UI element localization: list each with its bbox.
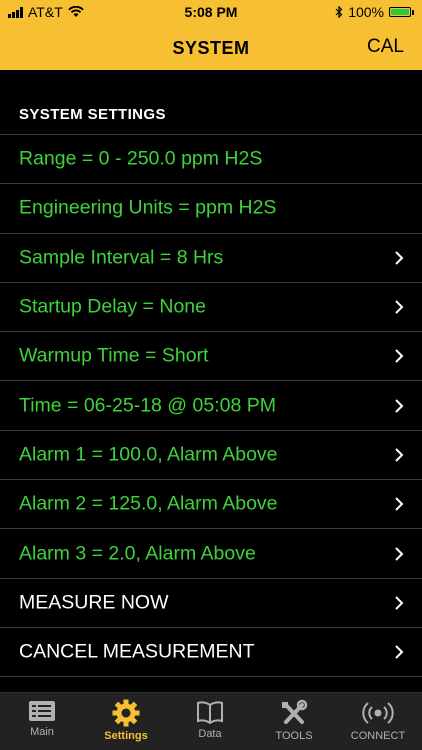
chevron-right-icon xyxy=(395,398,404,413)
setting-label: MEASURE NOW xyxy=(19,591,169,614)
section-title: SYSTEM SETTINGS xyxy=(19,106,166,123)
nav-header: SYSTEM CAL xyxy=(0,26,422,70)
setting-label: CANCEL MEASUREMENT xyxy=(19,640,255,663)
settings-list: Range = 0 - 250.0 ppm H2S Engineering Un… xyxy=(0,134,422,678)
tools-icon xyxy=(282,699,308,724)
setting-label: Sample Interval = 8 Hrs xyxy=(19,246,224,269)
chevron-right-icon xyxy=(395,596,404,610)
setting-row-range[interactable]: Range = 0 - 250.0 ppm H2S xyxy=(0,134,422,183)
page-title: SYSTEM xyxy=(172,38,250,58)
setting-label: Alarm 1 = 100.0, Alarm Above xyxy=(19,443,278,466)
book-icon xyxy=(197,701,223,725)
chevron-right-icon xyxy=(395,546,404,561)
setting-row-time[interactable]: Time = 06-25-18 @ 05:08 PM xyxy=(0,380,422,429)
status-bar: AT&T 5:08 PM 100% xyxy=(0,0,422,26)
tab-label: Main xyxy=(30,726,54,738)
list-divider xyxy=(0,676,422,678)
setting-label: Warmup Time = Short xyxy=(19,344,209,367)
tab-bar: Main Settings Data TOOLS CONNECT xyxy=(0,692,422,750)
battery-percent: 100% xyxy=(348,4,384,20)
chevron-right-icon xyxy=(395,645,404,659)
tab-label: TOOLS xyxy=(275,730,313,742)
battery-icon xyxy=(389,7,414,17)
setting-row-alarm-2[interactable]: Alarm 2 = 125.0, Alarm Above xyxy=(0,479,422,528)
chevron-right-icon xyxy=(395,251,404,265)
cal-button[interactable]: CAL xyxy=(367,36,404,58)
setting-label: Alarm 2 = 125.0, Alarm Above xyxy=(19,492,278,515)
setting-row-measure-now[interactable]: MEASURE NOW xyxy=(0,577,422,627)
chevron-right-icon xyxy=(395,349,404,364)
setting-row-warmup-time[interactable]: Warmup Time = Short xyxy=(0,331,422,380)
bluetooth-icon xyxy=(335,6,343,18)
tab-settings[interactable]: Settings xyxy=(84,699,168,742)
setting-label: Engineering Units = ppm H2S xyxy=(19,196,277,219)
setting-label: Time = 06-25-18 @ 05:08 PM xyxy=(19,394,276,417)
tab-tools[interactable]: TOOLS xyxy=(252,699,336,742)
tab-data[interactable]: Data xyxy=(168,699,252,740)
chevron-right-icon xyxy=(395,448,404,462)
status-right: 100% xyxy=(335,4,414,20)
gear-icon xyxy=(112,699,140,727)
list-icon xyxy=(29,701,55,721)
setting-row-alarm-1[interactable]: Alarm 1 = 100.0, Alarm Above xyxy=(0,429,422,479)
setting-label: Range = 0 - 250.0 ppm H2S xyxy=(19,147,263,170)
tab-label: Data xyxy=(198,728,222,740)
chevron-right-icon xyxy=(395,300,404,314)
tab-connect[interactable]: CONNECT xyxy=(336,699,420,742)
setting-row-startup-delay[interactable]: Startup Delay = None xyxy=(0,281,422,331)
tab-main[interactable]: Main xyxy=(0,699,84,738)
setting-row-cancel-measurement[interactable]: CANCEL MEASUREMENT xyxy=(0,626,422,676)
wireless-icon xyxy=(362,702,394,724)
setting-row-sample-interval[interactable]: Sample Interval = 8 Hrs xyxy=(0,232,422,282)
setting-label: Startup Delay = None xyxy=(19,295,206,318)
setting-row-engineering-units[interactable]: Engineering Units = ppm H2S xyxy=(0,183,422,232)
tab-label: CONNECT xyxy=(350,730,406,742)
setting-row-alarm-3[interactable]: Alarm 3 = 2.0, Alarm Above xyxy=(0,528,422,577)
setting-label: Alarm 3 = 2.0, Alarm Above xyxy=(19,542,256,565)
chevron-right-icon xyxy=(395,497,404,511)
tab-label: Settings xyxy=(104,730,148,742)
